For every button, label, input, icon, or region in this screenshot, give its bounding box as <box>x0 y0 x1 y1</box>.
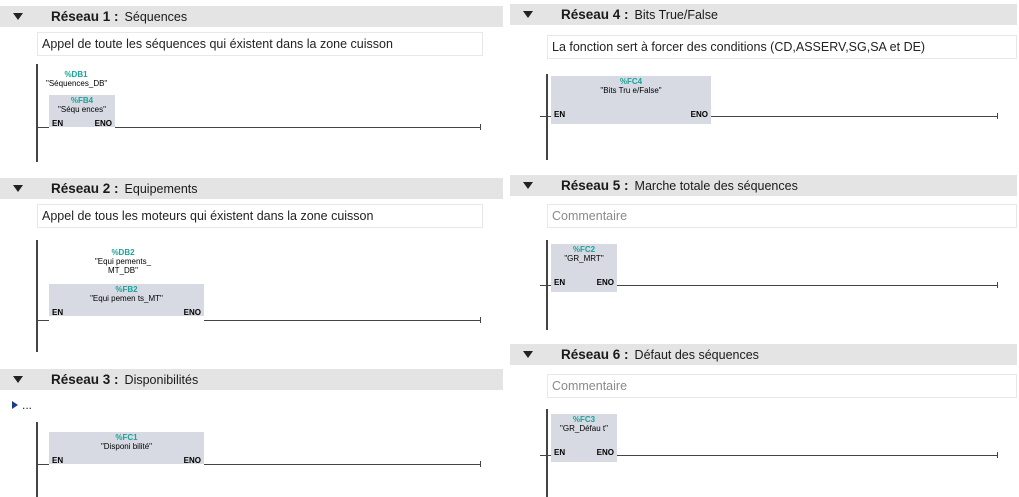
collapse-arrow-icon[interactable] <box>523 11 533 18</box>
pin-en[interactable]: EN <box>52 119 63 128</box>
network-6-title: Réseau 6 : <box>561 347 629 362</box>
expand-arrow-icon[interactable] <box>12 401 18 409</box>
network-5-header[interactable]: Réseau 5 : Marche totale des séquences <box>510 175 1017 196</box>
function-block-equipements[interactable]: %FB2 "Equi pemen ts_MT" EN ENO <box>49 284 204 317</box>
block-id: %FC1 <box>115 433 138 442</box>
instance-db-id: %DB1 <box>64 70 88 79</box>
network-2-title: Réseau 2 : <box>51 181 119 196</box>
pin-en[interactable]: EN <box>554 110 565 119</box>
network-3-header[interactable]: Réseau 3 : Disponibilités <box>0 369 503 390</box>
network-5-comment[interactable]: Commentaire <box>547 204 1017 228</box>
block-name: "Equi pemen ts_MT" <box>90 294 163 303</box>
power-rail <box>546 74 548 160</box>
instance-db-id: %DB2 <box>111 248 135 257</box>
block-name: "Bits Tru e/False" <box>600 86 662 95</box>
block-id: %FB4 <box>70 96 94 105</box>
network-1-name[interactable]: Séquences <box>125 10 188 24</box>
function-block-gr-mrt[interactable]: %FC2 "GR_MRT" <box>551 244 617 276</box>
block-id: %FC3 <box>572 415 596 424</box>
collapse-arrow-icon[interactable] <box>13 376 23 383</box>
block-name: "GR_Défau t" <box>560 424 608 433</box>
wire-end-marker <box>997 113 998 119</box>
power-rail <box>36 64 38 162</box>
network-3-name[interactable]: Disponibilités <box>125 373 199 387</box>
instance-db-name-line2: MT_DB" <box>108 266 138 275</box>
en-wire <box>38 464 49 465</box>
pin-eno[interactable]: ENO <box>95 119 112 128</box>
eno-wire <box>204 464 480 465</box>
function-block-disponibilite[interactable]: %FC1 "Disponi bilité" EN ENO <box>49 432 204 465</box>
function-block-bits-true-false[interactable]: %FC4 "Bits Tru e/False" <box>551 76 711 108</box>
network-2-header[interactable]: Réseau 2 : Equipements <box>0 178 503 199</box>
wire-end-marker <box>480 461 481 467</box>
en-wire <box>540 116 551 117</box>
network-1-title: Réseau 1 : <box>51 9 119 24</box>
network-4-comment[interactable]: La fonction sert à forcer des conditions… <box>547 35 1017 59</box>
collapsed-comment: ... <box>22 398 33 412</box>
function-block-gr-defaut[interactable]: %FC3 "GR_Défau t" <box>551 414 617 446</box>
pin-eno[interactable]: ENO <box>184 308 201 317</box>
collapse-arrow-icon[interactable] <box>523 351 533 358</box>
network-6-name[interactable]: Défaut des séquences <box>635 348 759 362</box>
collapse-arrow-icon[interactable] <box>523 182 533 189</box>
pin-eno[interactable]: ENO <box>691 110 708 119</box>
collapse-arrow-icon[interactable] <box>13 13 23 20</box>
network-4-name[interactable]: Bits True/False <box>635 8 718 22</box>
network-1-comment[interactable]: Appel de toute les séquences qui éxisten… <box>37 32 483 56</box>
eno-wire <box>617 285 997 286</box>
power-rail <box>36 422 38 497</box>
network-4-header[interactable]: Réseau 4 : Bits True/False <box>510 4 1017 25</box>
block-name: "Disponi bilité" <box>100 442 153 451</box>
instance-db-label: %DB1 "Séquences_DB" <box>46 70 108 88</box>
network-5-name[interactable]: Marche totale des séquences <box>635 179 798 193</box>
pin-en[interactable]: EN <box>554 448 565 457</box>
function-block-sequences[interactable]: %FB4 "Séqu ences" EN ENO <box>49 95 115 128</box>
power-rail <box>546 409 548 497</box>
network-3-title: Réseau 3 : <box>51 372 119 387</box>
network-4-title: Réseau 4 : <box>561 7 629 22</box>
instance-db-name: "Séquences_DB" <box>46 79 108 88</box>
collapse-arrow-icon[interactable] <box>13 185 23 192</box>
power-rail <box>36 240 38 352</box>
network-5-title: Réseau 5 : <box>561 178 629 193</box>
function-block-pins-row: EN ENO <box>551 276 617 292</box>
wire-end-marker <box>480 124 481 130</box>
wire-end-marker <box>480 317 481 323</box>
eno-wire <box>115 127 480 128</box>
wire-end-marker <box>997 282 998 288</box>
eno-wire <box>711 116 997 117</box>
block-id: %FC4 <box>619 77 643 86</box>
instance-db-name-line1: "Equi pements_ <box>94 257 152 266</box>
en-wire <box>38 320 49 321</box>
wire-end-marker <box>997 452 998 458</box>
pin-en[interactable]: EN <box>52 456 63 465</box>
network-1-header[interactable]: Réseau 1 : Séquences <box>0 6 503 27</box>
en-wire <box>540 455 551 456</box>
function-block-pins-row: EN ENO <box>551 108 711 124</box>
instance-db-label: %DB2 "Equi pements_ MT_DB" <box>88 248 158 275</box>
network-2-name[interactable]: Equipements <box>125 182 198 196</box>
eno-wire <box>617 455 997 456</box>
pin-en[interactable]: EN <box>554 278 565 287</box>
network-6-header[interactable]: Réseau 6 : Défaut des séquences <box>510 344 1017 365</box>
pin-eno[interactable]: ENO <box>184 456 201 465</box>
network-2-comment[interactable]: Appel de tous les moteurs qui éxistent d… <box>37 204 483 228</box>
eno-wire <box>204 320 480 321</box>
pin-eno[interactable]: ENO <box>597 278 614 287</box>
block-name: "GR_MRT" <box>564 254 604 263</box>
en-wire <box>38 127 49 128</box>
pin-en[interactable]: EN <box>52 308 63 317</box>
block-id: %FC2 <box>572 245 596 254</box>
block-id: %FB2 <box>115 285 138 294</box>
network-6-comment[interactable]: Commentaire <box>547 374 1017 398</box>
block-name: "Séqu ences" <box>58 105 106 114</box>
pin-eno[interactable]: ENO <box>597 448 614 457</box>
comment-expand-row[interactable]: ... <box>12 398 32 412</box>
function-block-pins-row: EN ENO <box>551 446 617 462</box>
en-wire <box>540 285 551 286</box>
